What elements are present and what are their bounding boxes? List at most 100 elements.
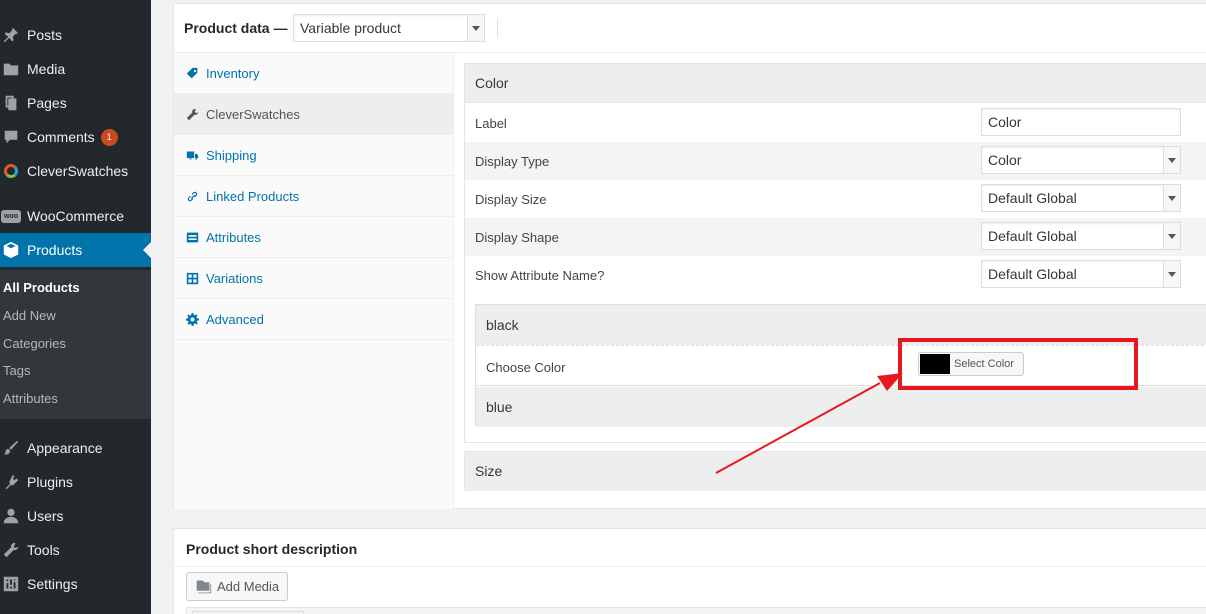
size-attribute-header[interactable]: Size	[465, 452, 1206, 491]
menu-item-settings[interactable]: Settings	[0, 567, 151, 601]
menu-item-label: Tools	[27, 542, 60, 558]
choose-color-label: Choose Color	[486, 360, 566, 375]
submenu-tags[interactable]: Tags	[3, 363, 30, 378]
add-media-button[interactable]: Add Media	[186, 572, 289, 601]
link-icon	[184, 190, 200, 203]
menu-item-media[interactable]: Media	[0, 52, 151, 86]
menu-item-posts[interactable]: Posts	[0, 18, 151, 52]
color-attribute-header[interactable]: Color	[465, 64, 1206, 103]
menu-item-label: Posts	[27, 27, 63, 43]
media-icon	[196, 580, 212, 594]
product-data-tabs: Inventory CleverSwatches Shipping Linked…	[174, 53, 454, 509]
select-value: Color	[988, 152, 1022, 168]
menu-item-users[interactable]: Users	[0, 499, 151, 533]
tab-shipping[interactable]: Shipping	[174, 135, 453, 176]
menu-item-label: Media	[27, 61, 66, 77]
chevron-down-icon	[1163, 147, 1180, 173]
tab-label: CleverSwatches	[206, 106, 300, 122]
label-input[interactable]: Color	[981, 108, 1181, 136]
tab-label: Advanced	[206, 311, 264, 327]
products-submenu: All Products Add New Categories Tags Att…	[0, 270, 151, 419]
submenu-attributes[interactable]: Attributes	[3, 391, 58, 406]
product-type-value: Variable product	[300, 20, 401, 36]
tab-variations[interactable]: Variations	[174, 258, 453, 299]
highlight-box-annotation	[898, 338, 1138, 390]
menu-item-label: Products	[27, 242, 83, 258]
pin-icon	[1, 25, 21, 45]
product-type-select[interactable]: Variable product	[293, 14, 485, 42]
admin-sidebar: Posts Media Pages Comments 1 CleverSwatc…	[0, 0, 151, 614]
menu-item-products[interactable]: Products	[0, 233, 151, 267]
term-blue-header[interactable]: blue	[476, 387, 1206, 427]
editor-toolbar	[186, 607, 1206, 614]
paintbrush-icon	[1, 438, 21, 458]
cleverswatches-logo-icon	[1, 161, 21, 181]
wrench-icon	[1, 540, 21, 560]
tab-attributes[interactable]: Attributes	[174, 217, 453, 258]
menu-item-label: Plugins	[27, 474, 73, 490]
menu-item-woocommerce[interactable]: woo WooCommerce	[0, 199, 151, 233]
row-label: Label	[475, 116, 507, 131]
menu-item-pages[interactable]: Pages	[0, 86, 151, 120]
truck-icon	[184, 149, 200, 162]
menu-item-label: WooCommerce	[27, 208, 124, 224]
tab-label: Linked Products	[206, 188, 300, 204]
row-label: Display Size	[475, 192, 547, 207]
submenu-all-products[interactable]: All Products	[3, 280, 80, 295]
wrench-icon	[184, 108, 200, 121]
product-data-header: Product data — Variable product	[174, 4, 1206, 53]
tab-inventory[interactable]: Inventory	[174, 53, 453, 94]
chevron-down-icon	[1163, 185, 1180, 211]
tab-label: Attributes	[206, 229, 261, 245]
display-shape-select[interactable]: Default Global	[981, 222, 1181, 250]
menu-item-label: Users	[27, 508, 64, 524]
show-attribute-name-select[interactable]: Default Global	[981, 260, 1181, 288]
tab-cleverswatches[interactable]: CleverSwatches	[174, 94, 453, 135]
short-description-panel: Product short description Add Media	[173, 528, 1206, 614]
select-value: Default Global	[988, 190, 1077, 206]
menu-item-appearance[interactable]: Appearance	[0, 431, 151, 465]
label-input-value: Color	[988, 114, 1022, 130]
tab-advanced[interactable]: Advanced	[174, 299, 453, 340]
tab-linked-products[interactable]: Linked Products	[174, 176, 453, 217]
add-media-label: Add Media	[217, 579, 280, 594]
woocommerce-logo-icon: woo	[1, 206, 21, 226]
display-size-row: Display Size Default Global	[465, 180, 1206, 218]
display-shape-row: Display Shape Default Global	[465, 218, 1206, 256]
row-label: Display Type	[475, 154, 550, 169]
menu-item-comments[interactable]: Comments 1	[0, 120, 151, 154]
submenu-categories[interactable]: Categories	[3, 336, 66, 351]
gear-icon	[184, 312, 200, 326]
menu-item-plugins[interactable]: Plugins	[0, 465, 151, 499]
divider	[174, 566, 1206, 567]
select-value: Default Global	[988, 266, 1077, 282]
display-type-select[interactable]: Color	[981, 146, 1181, 174]
row-label: Show Attribute Name?	[475, 268, 605, 283]
menu-item-label: Comments	[27, 129, 95, 145]
product-data-title: Product data —	[184, 20, 288, 36]
menu-item-cleverswatches[interactable]: CleverSwatches	[0, 154, 151, 188]
tab-label: Inventory	[206, 65, 260, 81]
menu-item-tools[interactable]: Tools	[0, 533, 151, 567]
display-type-row: Display Type Color	[465, 142, 1206, 180]
select-value: Default Global	[988, 228, 1077, 244]
chevron-down-icon	[1163, 261, 1180, 287]
chevron-down-icon	[1163, 223, 1180, 249]
show-attribute-name-row: Show Attribute Name? Default Global	[465, 256, 1206, 294]
product-data-panel: Product data — Variable product Inventor…	[173, 3, 1206, 509]
comments-count-badge: 1	[100, 128, 118, 146]
menu-item-label: CleverSwatches	[27, 163, 129, 179]
chevron-down-icon	[467, 15, 484, 41]
submenu-add-new[interactable]: Add New	[3, 308, 56, 323]
grid-icon	[184, 272, 200, 285]
pages-icon	[1, 93, 21, 113]
comment-icon	[1, 127, 21, 147]
label-row: Label Color	[465, 104, 1206, 142]
row-label: Display Shape	[475, 230, 559, 245]
settings-sliders-icon	[1, 574, 21, 594]
plugin-icon	[1, 472, 21, 492]
tab-label: Variations	[206, 270, 263, 286]
users-icon	[1, 506, 21, 526]
products-box-icon	[1, 240, 21, 260]
display-size-select[interactable]: Default Global	[981, 184, 1181, 212]
